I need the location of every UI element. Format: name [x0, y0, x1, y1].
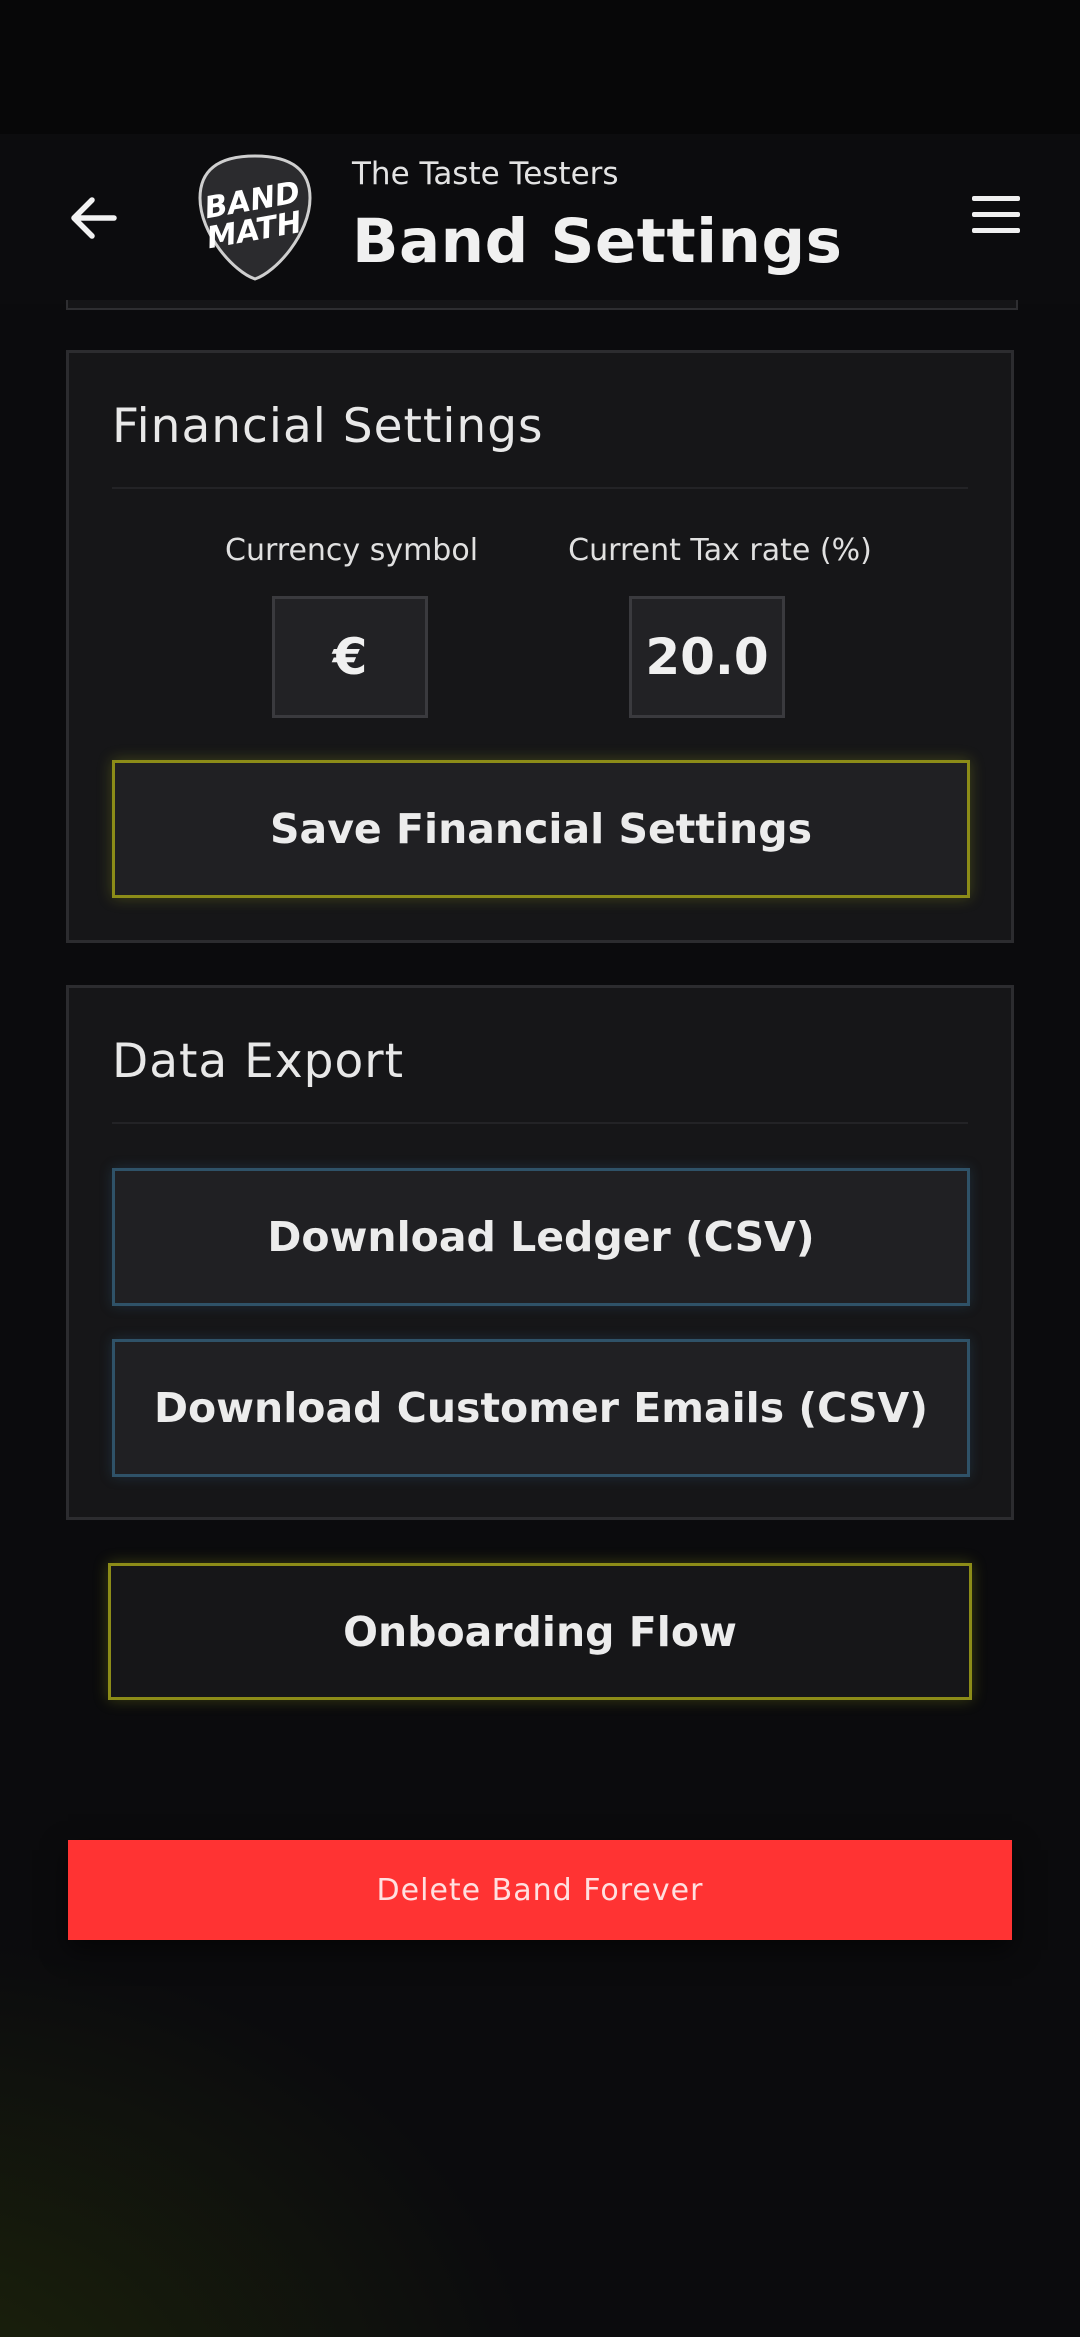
download-customer-emails-button[interactable]: Download Customer Emails (CSV) [112, 1339, 970, 1477]
save-financial-settings-button[interactable]: Save Financial Settings [112, 760, 970, 898]
financial-settings-card: Financial Settings Currency symbol € Cur… [66, 350, 1014, 943]
arrow-left-icon [71, 197, 117, 239]
divider [112, 487, 968, 489]
currency-symbol-label: Currency symbol [225, 533, 479, 568]
previous-card-edge [66, 300, 1018, 310]
data-export-card: Data Export Download Ledger (CSV) Downlo… [66, 985, 1014, 1520]
status-bar [0, 0, 1080, 134]
page-title: Band Settings [352, 206, 843, 277]
divider [112, 1122, 968, 1124]
band-name: The Taste Testers [352, 156, 619, 192]
back-button[interactable] [66, 190, 122, 246]
currency-symbol-input[interactable]: € [272, 596, 428, 718]
tax-rate-label: Current Tax rate (%) [568, 533, 872, 568]
tax-rate-input[interactable]: 20.0 [629, 596, 785, 718]
data-export-title: Data Export [112, 1034, 405, 1089]
app-header: BAND MATH The Taste Testers Band Setting… [0, 134, 1080, 304]
financial-settings-title: Financial Settings [112, 399, 544, 454]
onboarding-flow-button[interactable]: Onboarding Flow [108, 1563, 972, 1700]
band-math-logo: BAND MATH [196, 152, 314, 282]
download-ledger-button[interactable]: Download Ledger (CSV) [112, 1168, 970, 1306]
delete-band-button[interactable]: Delete Band Forever [68, 1840, 1012, 1940]
menu-button[interactable] [970, 196, 1022, 238]
